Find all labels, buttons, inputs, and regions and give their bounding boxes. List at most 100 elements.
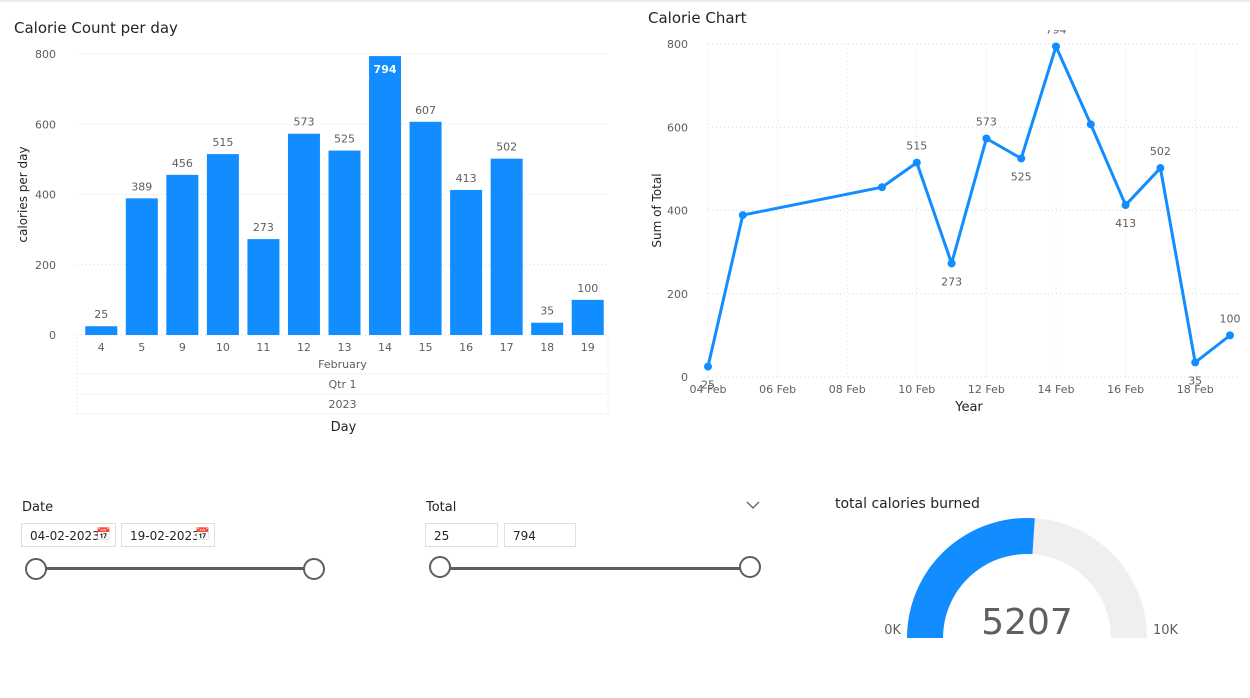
date-slider-track[interactable]	[36, 567, 314, 570]
bar-data-label: 525	[334, 133, 355, 146]
x-axis-title: Year	[954, 400, 983, 415]
bar-data-label: 35	[540, 305, 554, 318]
line-point	[1156, 164, 1165, 173]
gauge-min-label: 0K	[884, 623, 901, 638]
x-tick-label: 11	[256, 341, 270, 354]
line-data-label: 100	[1220, 312, 1241, 325]
line-point	[1226, 331, 1234, 340]
line-data-label: 25	[701, 379, 715, 392]
x-tick-label: 16 Feb	[1107, 383, 1144, 396]
gauge-value: 5207	[981, 602, 1073, 643]
y-tick-label: 400	[667, 205, 688, 218]
x-tick-label: 15	[419, 341, 433, 354]
total-max-value: 794	[513, 529, 536, 543]
date-start-value: 04-02-2023	[30, 529, 100, 543]
x-hierarchy-label: Qtr 1	[329, 378, 357, 391]
x-axis-title: Day	[331, 420, 357, 435]
total-slider-start-handle[interactable]	[429, 556, 451, 578]
series-line	[706, 44, 1231, 367]
bar-chart[interactable]: 0 200 400 600 800 calories per day 25 4 389 5 456 9…	[0, 40, 630, 440]
bar	[328, 150, 361, 335]
y-tick-label: 600	[35, 118, 56, 131]
line-point	[1191, 358, 1200, 367]
line-data-label: 502	[1150, 145, 1171, 158]
line-chart[interactable]: 020040060080004 Feb 06 Feb 08 Feb 10 Feb 12 …	[630, 30, 1250, 420]
bar-chart-title: Calorie Count per day	[14, 19, 178, 37]
bar-data-label: 573	[293, 116, 314, 129]
x-tick-label: 19	[581, 341, 595, 354]
calendar-icon[interactable]: 📅	[96, 527, 111, 541]
line-point	[704, 362, 712, 371]
line-data-label: 794	[1046, 30, 1067, 36]
y-axis-title: Sum of Total	[650, 173, 664, 247]
line-data-label: 413	[1115, 217, 1136, 230]
line-data-label: 573	[976, 115, 997, 128]
total-max-input[interactable]: 794	[504, 523, 576, 547]
line-point	[1086, 120, 1095, 129]
x-tick-label: 06 Feb	[759, 383, 796, 396]
date-end-input[interactable]: 19-02-2023 📅	[121, 523, 215, 547]
bar-data-label: 25	[94, 308, 108, 321]
line-data-label: 515	[906, 140, 927, 153]
x-tick-label: 14 Feb	[1038, 383, 1075, 396]
x-tick-label: 16	[459, 341, 473, 354]
y-tick-label: 400	[35, 189, 56, 202]
bar-data-label: 607	[415, 104, 436, 117]
total-slider-end-handle[interactable]	[739, 556, 761, 578]
line-data-label: 525	[1011, 170, 1032, 183]
x-tick-label: 4	[98, 341, 105, 354]
y-tick-label: 200	[667, 288, 688, 301]
total-min-value: 25	[434, 529, 450, 543]
line-point	[738, 211, 747, 220]
line-point	[1052, 42, 1060, 51]
bar-data-label: 389	[131, 180, 152, 193]
x-tick-label: 08 Feb	[829, 383, 866, 396]
line-point	[982, 134, 991, 143]
bar-data-label: 413	[456, 172, 477, 185]
x-tick-label: 14	[378, 341, 392, 354]
total-min-input[interactable]: 25	[425, 523, 498, 547]
y-tick-label: 800	[35, 48, 56, 61]
total-slicer-title: Total	[426, 500, 457, 515]
date-slicer-title: Date	[22, 500, 54, 515]
bar-data-label: 515	[212, 136, 233, 149]
bar-data-label: 794	[374, 63, 397, 76]
y-axis-title: calories per day	[16, 146, 30, 242]
bar	[125, 198, 158, 335]
page-top-border	[0, 0, 1250, 2]
x-tick-label: 17	[500, 341, 514, 354]
x-tick-label: 10 Feb	[898, 383, 935, 396]
x-tick-label: 13	[338, 341, 352, 354]
x-tick-label: 12	[297, 341, 311, 354]
calendar-icon[interactable]: 📅	[195, 527, 210, 541]
date-slider-start-handle[interactable]	[25, 558, 47, 580]
date-end-value: 19-02-2023	[130, 529, 200, 543]
gauge-chart[interactable]: 5207 0K 10K	[860, 510, 1220, 650]
bar-data-label: 456	[172, 157, 193, 170]
date-start-input[interactable]: 04-02-2023 📅	[21, 523, 116, 547]
y-tick-label: 800	[667, 38, 688, 51]
bar	[450, 189, 483, 335]
x-tick-label: 9	[179, 341, 186, 354]
line-data-label: 273	[941, 275, 962, 288]
x-hierarchy-label: 2023	[329, 398, 357, 411]
bar	[571, 299, 604, 335]
bar	[369, 56, 402, 336]
date-slider-end-handle[interactable]	[303, 558, 325, 580]
chevron-down-icon[interactable]	[746, 499, 760, 513]
x-tick-label: 18	[540, 341, 554, 354]
y-tick-label: 0	[49, 329, 56, 342]
bar	[166, 174, 199, 335]
x-hierarchy-label: February	[318, 358, 367, 371]
line-chart-title: Calorie Chart	[648, 9, 747, 27]
y-tick-label: 0	[681, 371, 688, 384]
line-point	[1121, 201, 1130, 210]
bar-data-label: 273	[253, 221, 274, 234]
gauge-max-label: 10K	[1153, 623, 1179, 638]
bar-data-label: 100	[577, 282, 598, 295]
bar	[247, 239, 280, 335]
line-point	[912, 158, 921, 167]
bar	[490, 158, 523, 335]
line-point	[947, 259, 956, 268]
total-slider-track[interactable]	[440, 567, 750, 570]
